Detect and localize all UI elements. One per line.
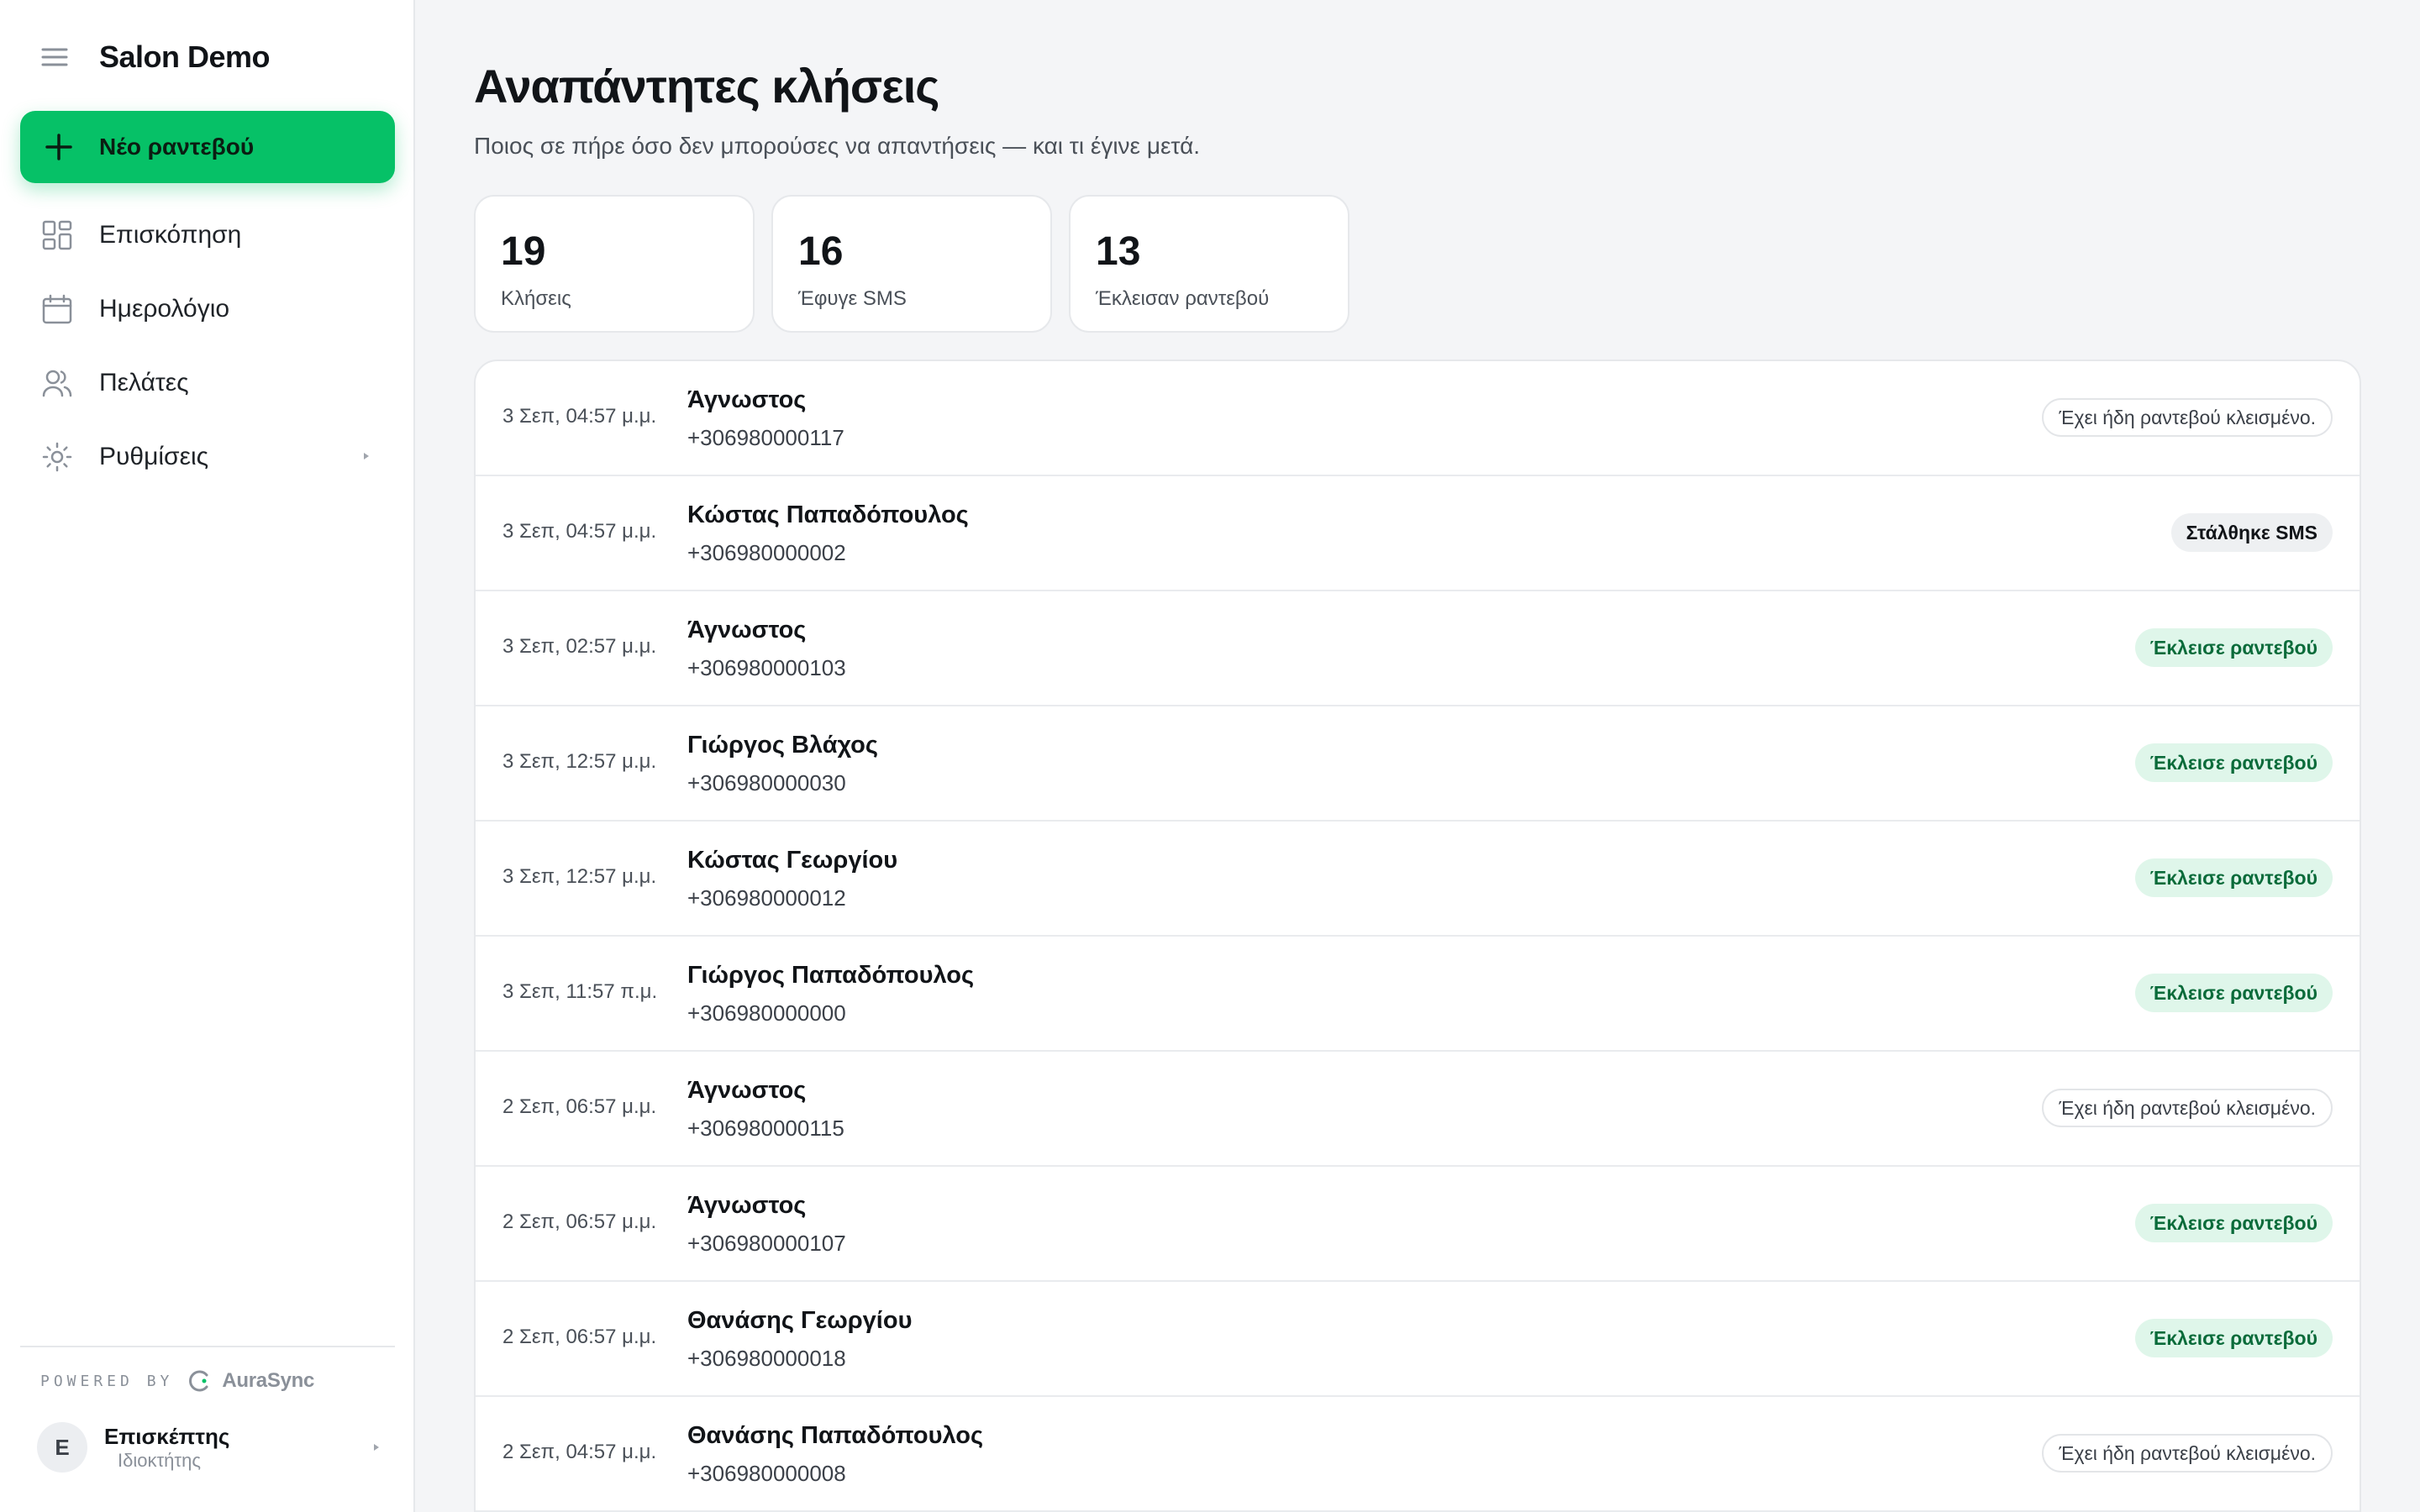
call-time: 2 Σεπ, 06:57 μ.μ. — [502, 1326, 657, 1348]
hamburger-menu-icon[interactable] — [37, 39, 72, 75]
caller-name: Άγνωστος — [687, 617, 807, 643]
call-time: 2 Σεπ, 04:57 μ.μ. — [502, 1441, 657, 1463]
caller-phone: +306980000117 — [687, 425, 844, 450]
status-badge: Έκλεισε ραντεβού — [2134, 858, 2333, 897]
stat-card-booked: 13 Έκλεισαν ραντεβού — [1069, 195, 1349, 333]
status-badge: Έκλεισε ραντεβού — [2134, 628, 2333, 667]
caller-name: Άγνωστος — [687, 1192, 807, 1219]
call-time: 3 Σεπ, 11:57 π.μ. — [502, 980, 658, 1003]
status-badge: Έκλεισε ραντεβού — [2134, 1319, 2333, 1357]
sidebar-item-overview[interactable]: Επισκόπηση — [20, 198, 395, 272]
call-time: 3 Σεπ, 02:57 μ.μ. — [502, 635, 657, 658]
status-badge: Έκλεισε ραντεβού — [2134, 1204, 2333, 1242]
caller-phone: +306980000000 — [687, 1000, 846, 1026]
sidebar-item-label: Ημερολόγιο — [99, 295, 230, 323]
calendar-icon — [40, 292, 74, 326]
stat-label: Κλήσεις — [501, 287, 571, 310]
avatar: E — [37, 1422, 87, 1473]
aurasync-brand: AuraSync — [222, 1369, 315, 1392]
caller-name: Θανάσης Γεωργίου — [687, 1307, 913, 1334]
caller-phone: +306980000018 — [687, 1346, 846, 1371]
call-time: 3 Σεπ, 12:57 μ.μ. — [502, 865, 657, 888]
caller-name: Γιώργος Βλάχος — [687, 732, 878, 759]
list-item[interactable]: 2 Σεπ, 06:57 μ.μ. Άγνωστος +306980000107… — [476, 1167, 2360, 1282]
status-badge: Έκλεισε ραντεβού — [2134, 743, 2333, 782]
user-menu[interactable]: E Επισκέπτης Ιδιοκτήτης — [37, 1420, 381, 1475]
list-item[interactable]: 3 Σεπ, 12:57 μ.μ. Γιώργος Βλάχος +306980… — [476, 706, 2360, 822]
powered-by: POWERED BY AuraSync — [40, 1368, 314, 1394]
sidebar-item-label: Πελάτες — [99, 369, 189, 396]
users-icon — [40, 366, 74, 400]
caller-name: Θανάσης Παπαδόπουλος — [687, 1422, 984, 1449]
user-meta: Επισκέπτης Ιδιοκτήτης — [104, 1423, 229, 1472]
user-role: Ιδιοκτήτης — [118, 1450, 201, 1471]
list-item[interactable]: 2 Σεπ, 06:57 μ.μ. Θανάσης Γεωργίου +3069… — [476, 1282, 2360, 1397]
stat-value: 19 — [501, 229, 546, 274]
stat-value: 13 — [1096, 229, 1141, 274]
caller-phone: +306980000107 — [687, 1231, 846, 1256]
chevron-right-icon — [364, 453, 369, 459]
status-badge: Στάλθηκε SMS — [2170, 513, 2333, 552]
caller-phone: +306980000002 — [687, 540, 846, 565]
page-subtitle: Ποιος σε πήρε όσο δεν μπορούσες να απαντ… — [474, 133, 1201, 159]
list-item[interactable]: 3 Σεπ, 02:57 μ.μ. Άγνωστος +306980000103… — [476, 591, 2360, 706]
list-item[interactable]: 3 Σεπ, 11:57 π.μ. Γιώργος Παπαδόπουλος +… — [476, 937, 2360, 1052]
sidebar-nav: Επισκόπηση Ημερολόγιο Πελάτες Ρυθμίσεις — [20, 198, 395, 494]
stat-card-sms: 16 Έφυγε SMS — [771, 195, 1052, 333]
aurasync-logo-icon — [189, 1370, 208, 1392]
call-time: 3 Σεπ, 04:57 μ.μ. — [502, 520, 657, 543]
sidebar-divider — [20, 1346, 395, 1347]
grid-icon — [40, 218, 74, 252]
stat-card-calls: 19 Κλήσεις — [474, 195, 755, 333]
call-time: 3 Σεπ, 12:57 μ.μ. — [502, 750, 657, 773]
stats-row: 19 Κλήσεις 16 Έφυγε SMS 13 Έκλεισαν ραντ… — [474, 195, 1366, 333]
sidebar-item-calendar[interactable]: Ημερολόγιο — [20, 272, 395, 346]
caller-name: Κώστας Παπαδόπουλος — [687, 501, 969, 528]
list-item[interactable]: 2 Σεπ, 04:57 μ.μ. Θανάσης Παπαδόπουλος +… — [476, 1397, 2360, 1512]
stat-label: Έκλεισαν ραντεβού — [1096, 287, 1270, 310]
status-badge: Έχει ήδη ραντεβού κλεισμένο. — [2042, 1434, 2333, 1473]
chevron-right-icon — [374, 1444, 379, 1451]
brand-row: Salon Demo — [37, 35, 271, 79]
status-badge: Έχει ήδη ραντεβού κλεισμένο. — [2042, 398, 2333, 437]
powered-by-label: POWERED BY — [40, 1372, 174, 1390]
list-item[interactable]: 3 Σεπ, 04:57 μ.μ. Άγνωστος +306980000117… — [476, 361, 2360, 476]
sidebar-item-label: Επισκόπηση — [99, 221, 242, 249]
list-item[interactable]: 3 Σεπ, 12:57 μ.μ. Κώστας Γεωργίου +30698… — [476, 822, 2360, 937]
call-time: 3 Σεπ, 04:57 μ.μ. — [502, 405, 657, 428]
sidebar: Salon Demo Νέο ραντεβού Επισκόπηση Ημερο… — [0, 0, 415, 1512]
caller-phone: +306980000030 — [687, 770, 846, 795]
sidebar-item-customers[interactable]: Πελάτες — [20, 346, 395, 420]
plus-icon — [45, 134, 72, 160]
gear-icon — [40, 440, 74, 474]
list-item[interactable]: 3 Σεπ, 04:57 μ.μ. Κώστας Παπαδόπουλος +3… — [476, 476, 2360, 591]
status-badge: Έχει ήδη ραντεβού κλεισμένο. — [2042, 1089, 2333, 1127]
caller-phone: +306980000115 — [687, 1116, 844, 1141]
caller-phone: +306980000012 — [687, 885, 846, 911]
caller-phone: +306980000008 — [687, 1461, 846, 1486]
caller-name: Κώστας Γεωργίου — [687, 847, 898, 874]
call-time: 2 Σεπ, 06:57 μ.μ. — [502, 1095, 657, 1118]
user-name: Επισκέπτης — [104, 1424, 230, 1449]
stat-value: 16 — [798, 229, 844, 274]
page-title: Αναπάντητες κλήσεις — [474, 60, 939, 113]
call-time: 2 Σεπ, 06:57 μ.μ. — [502, 1210, 657, 1233]
caller-name: Άγνωστος — [687, 386, 807, 413]
caller-name: Γιώργος Παπαδόπουλος — [687, 962, 975, 989]
caller-phone: +306980000103 — [687, 655, 846, 680]
status-badge: Έκλεισε ραντεβού — [2134, 974, 2333, 1012]
new-appointment-label: Νέο ραντεβού — [99, 134, 255, 160]
brand-title: Salon Demo — [99, 39, 271, 74]
sidebar-item-settings[interactable]: Ρυθμίσεις — [20, 420, 395, 494]
sidebar-item-label: Ρυθμίσεις — [99, 443, 209, 470]
list-item[interactable]: 2 Σεπ, 06:57 μ.μ. Άγνωστος +306980000115… — [476, 1052, 2360, 1167]
new-appointment-button[interactable]: Νέο ραντεβού — [20, 111, 395, 183]
caller-name: Άγνωστος — [687, 1077, 807, 1104]
stat-label: Έφυγε SMS — [798, 287, 907, 310]
missed-calls-list: 3 Σεπ, 04:57 μ.μ. Άγνωστος +306980000117… — [474, 360, 2361, 1512]
